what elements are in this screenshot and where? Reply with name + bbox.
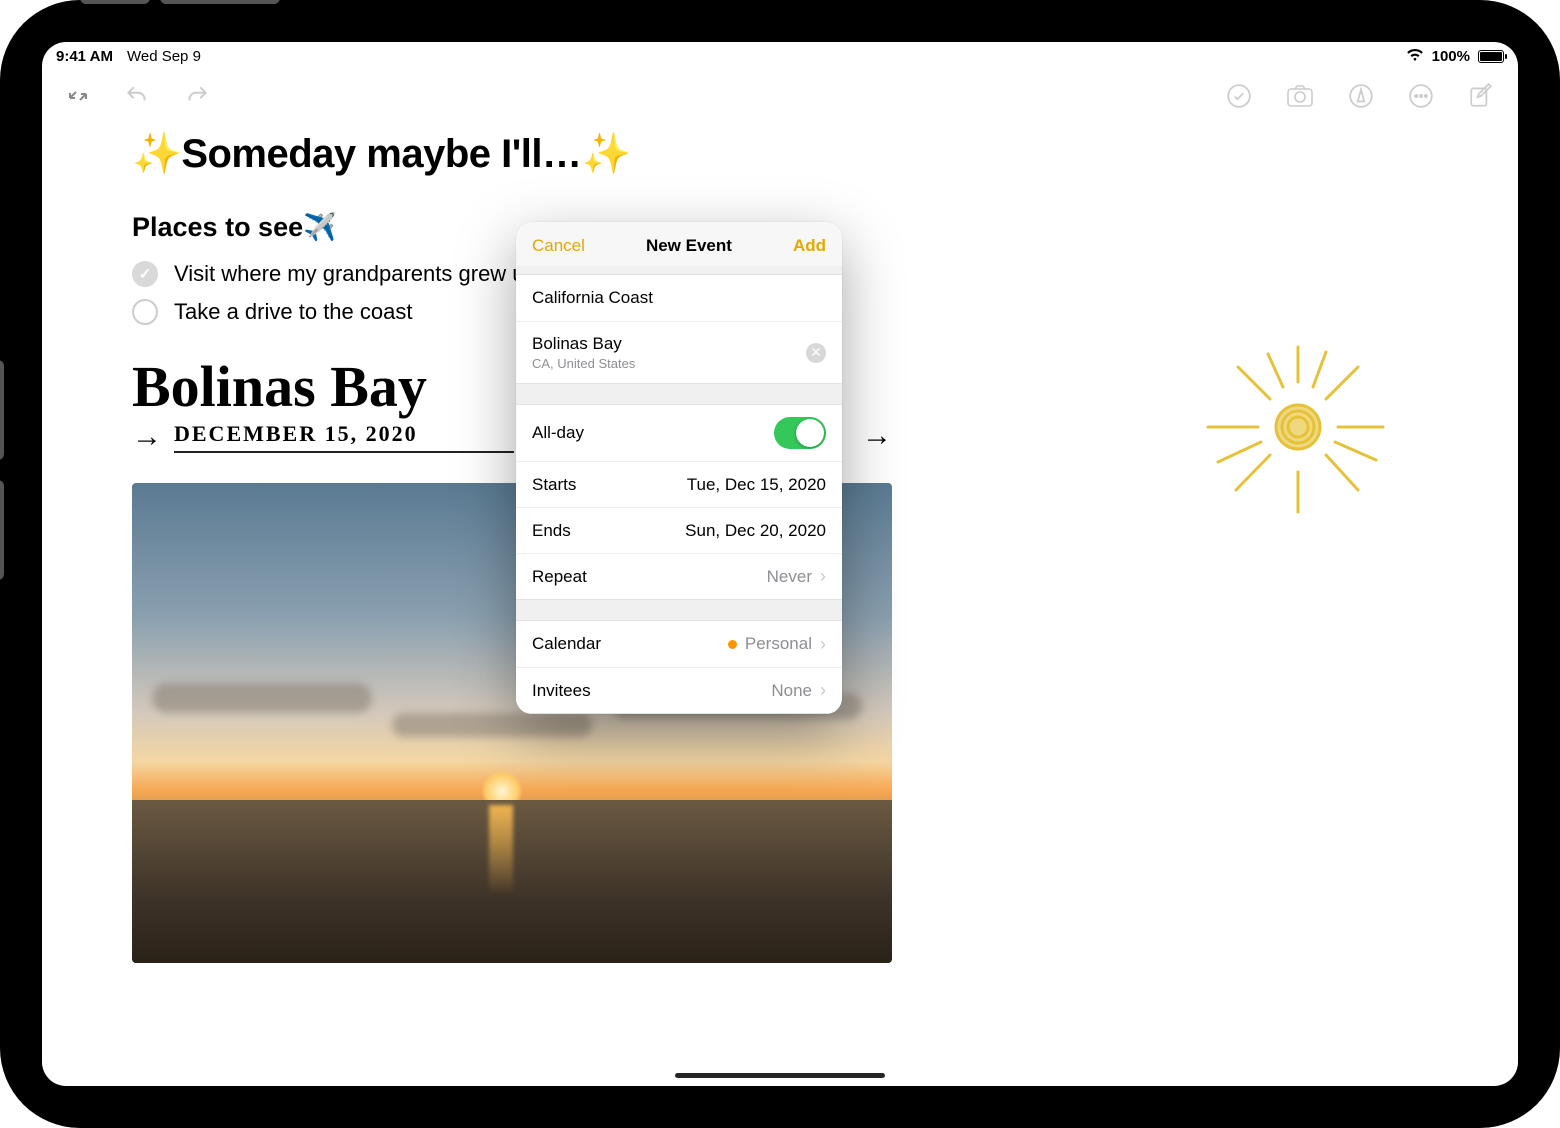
cancel-button[interactable]: Cancel (532, 236, 585, 256)
camera-icon[interactable] (1286, 84, 1314, 113)
calendar-value: Personal (745, 634, 812, 654)
location-name: Bolinas Bay (532, 334, 635, 354)
all-day-toggle[interactable] (774, 417, 826, 449)
airplane-icon: ✈️ (303, 212, 337, 242)
checkbox-unchecked-icon[interactable] (132, 299, 158, 325)
wifi-icon (1406, 47, 1424, 65)
note-title: ✨Someday maybe I'll…✨ (132, 130, 1428, 177)
redo-icon[interactable] (184, 83, 210, 114)
markup-icon[interactable] (1348, 83, 1374, 114)
event-title-value: California Coast (532, 288, 653, 308)
checklist-item-text: Take a drive to the coast (174, 299, 412, 325)
new-event-popover: Cancel New Event Add California Coast Bo… (516, 222, 842, 714)
arrow-right-icon: → (132, 420, 162, 454)
add-button[interactable]: Add (793, 236, 826, 256)
ipad-frame: 9:41 AM Wed Sep 9 100% (0, 0, 1560, 1128)
status-time: 9:41 AM (56, 48, 113, 65)
ends-label: Ends (532, 521, 571, 541)
starts-value: Tue, Dec 15, 2020 (687, 475, 826, 495)
notes-toolbar (42, 70, 1518, 122)
home-indicator[interactable] (675, 1073, 885, 1078)
checklist-item-text: Visit where my grandparents grew up (174, 261, 537, 287)
all-day-label: All-day (532, 423, 584, 443)
repeat-row[interactable]: Repeat Never › (516, 553, 842, 599)
clear-location-icon[interactable]: ✕ (806, 343, 826, 363)
collapse-icon[interactable] (66, 84, 90, 113)
chevron-right-icon: › (820, 680, 826, 701)
status-date: Wed Sep 9 (127, 48, 201, 65)
invitees-value: None (771, 681, 812, 701)
calendar-row[interactable]: Calendar Personal › (516, 621, 842, 667)
all-day-row: All-day (516, 405, 842, 461)
starts-label: Starts (532, 475, 576, 495)
ends-row[interactable]: Ends Sun, Dec 20, 2020 (516, 507, 842, 553)
ends-value: Sun, Dec 20, 2020 (685, 521, 826, 541)
sparkle-icon: ✨ (132, 132, 181, 176)
more-icon[interactable] (1408, 83, 1434, 114)
screen: 9:41 AM Wed Sep 9 100% (42, 42, 1518, 1086)
invitees-row[interactable]: Invitees None › (516, 667, 842, 713)
checkbox-checked-icon[interactable] (132, 261, 158, 287)
chevron-right-icon: › (820, 566, 826, 587)
checklist-icon[interactable] (1226, 83, 1252, 114)
event-location-field[interactable]: Bolinas Bay CA, United States ✕ (516, 321, 842, 383)
status-bar: 9:41 AM Wed Sep 9 100% (42, 42, 1518, 70)
arrow-right-icon: → (862, 419, 892, 453)
chevron-right-icon: › (820, 634, 826, 655)
popover-title: New Event (646, 236, 732, 256)
sparkle-icon: ✨ (581, 132, 630, 176)
undo-icon[interactable] (124, 83, 150, 114)
starts-row[interactable]: Starts Tue, Dec 15, 2020 (516, 461, 842, 507)
compose-icon[interactable] (1468, 83, 1494, 114)
battery-percent: 100% (1432, 48, 1470, 65)
repeat-value: Never (767, 567, 812, 587)
calendar-color-dot (728, 640, 737, 649)
calendar-label: Calendar (532, 634, 601, 654)
repeat-label: Repeat (532, 567, 587, 587)
invitees-label: Invitees (532, 681, 591, 701)
battery-icon (1478, 50, 1504, 63)
event-title-field[interactable]: California Coast (516, 275, 842, 321)
location-detail: CA, United States (532, 356, 635, 371)
popover-header: Cancel New Event Add (516, 222, 842, 266)
handwritten-date: DECEMBER 15, 2020 (174, 421, 514, 447)
